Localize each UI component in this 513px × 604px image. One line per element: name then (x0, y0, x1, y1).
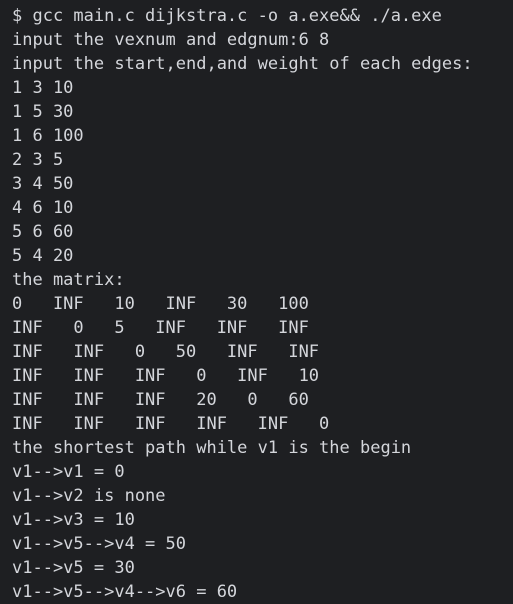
matrix-row: INF INF 0 50 INF INF (12, 342, 320, 362)
output-line: 1 6 100 (12, 126, 84, 146)
output-line: 4 6 10 (12, 198, 74, 218)
output-line: 5 6 60 (12, 222, 74, 242)
output-line: 3 4 50 (12, 174, 74, 194)
path-result-line: v1-->v1 = 0 (12, 462, 125, 482)
terminal-output[interactable]: $ gcc main.c dijkstra.c -o a.exe&& ./a.e… (0, 0, 513, 604)
output-line: 2 3 5 (12, 150, 64, 170)
output-line: the shortest path while v1 is the begin (12, 438, 412, 458)
output-line: the matrix: (12, 270, 125, 290)
matrix-row: INF INF INF INF INF 0 (12, 414, 330, 434)
output-line: 1 5 30 (12, 102, 74, 122)
output-line: 5 4 20 (12, 246, 74, 266)
path-result-line: v1-->v5 = 30 (12, 558, 135, 578)
path-result-line: v1-->v2 is none (12, 486, 166, 506)
matrix-row: INF INF INF 20 0 60 (12, 390, 309, 410)
command-line: $ gcc main.c dijkstra.c -o a.exe&& ./a.e… (12, 6, 442, 26)
path-result-line: v1-->v5-->v4-->v6 = 60 (12, 582, 238, 602)
path-result-line: v1-->v3 = 10 (12, 510, 135, 530)
output-line: input the vexnum and edgnum:6 8 (12, 30, 330, 50)
matrix-row: 0 INF 10 INF 30 100 (12, 294, 309, 314)
matrix-row: INF 0 5 INF INF INF (12, 318, 309, 338)
output-line: input the start,end,and weight of each e… (12, 54, 473, 74)
path-result-line: v1-->v5-->v4 = 50 (12, 534, 186, 554)
matrix-row: INF INF INF 0 INF 10 (12, 366, 320, 386)
output-line: 1 3 10 (12, 78, 74, 98)
